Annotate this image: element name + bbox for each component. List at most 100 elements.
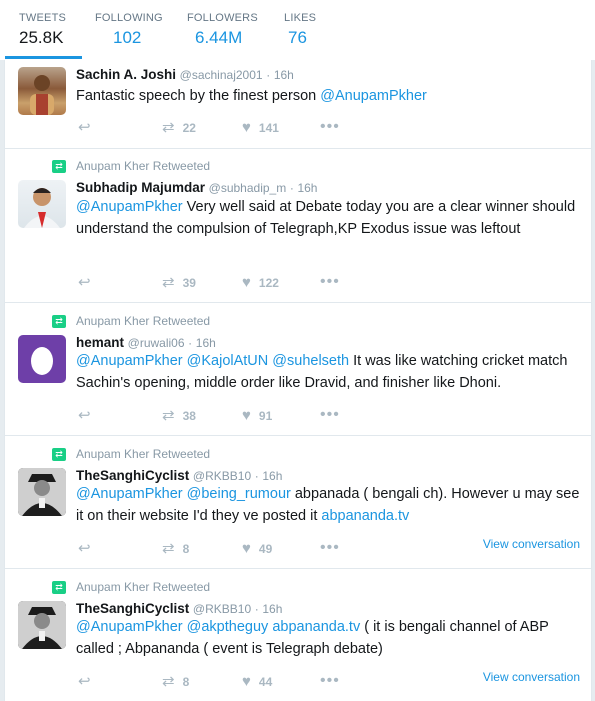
heart-icon: ♥ [242, 273, 251, 291]
retweet-icon: ⇄ [52, 315, 66, 328]
retweet-count: 39 [182, 275, 196, 290]
tweet-text: @AnupamPkher @akptheguy abpananda.tv ( i… [76, 616, 586, 660]
mention-link[interactable]: @KajolAtUN [187, 353, 269, 369]
like-button[interactable]: ♥ 44 [242, 673, 272, 690]
profile-nav: TWEETS 25.8K FOLLOWING 102 FOLLOWERS 6.4… [0, 0, 595, 60]
retweet-icon: ⇄ [162, 406, 175, 424]
tweet-header: TheSanghiCyclist @RKBB10 · 16h [76, 468, 282, 484]
more-button[interactable]: ••• [320, 673, 340, 689]
tweet[interactable]: ⇄ Anupam Kher Retweeted TheSanghiCyclist… [5, 569, 591, 701]
retweet-context-label[interactable]: Anupam Kher Retweeted [76, 315, 210, 328]
reply-icon: ↩ [78, 118, 91, 136]
like-button[interactable]: ♥ 91 [242, 407, 272, 424]
tweet[interactable]: Sachin A. Joshi @sachinaj2001 · 16h Fant… [5, 60, 591, 149]
timestamp[interactable]: 16h [297, 181, 317, 195]
tweet-header: Sachin A. Joshi @sachinaj2001 · 16h [76, 67, 294, 83]
nav-tweets-count: 25.8K [19, 28, 64, 47]
handle[interactable]: @sachinaj2001 [180, 68, 263, 82]
nav-following[interactable]: FOLLOWING 102 [95, 0, 163, 60]
retweet-button[interactable]: ⇄ 22 [162, 119, 196, 136]
fullname[interactable]: TheSanghiCyclist [76, 601, 189, 616]
tweet-actions: ↩ ⇄ 39 ♥ 122 ••• [76, 274, 376, 292]
reply-icon: ↩ [78, 406, 91, 424]
avatar[interactable] [18, 67, 66, 115]
nav-tweets[interactable]: TWEETS 25.8K [4, 0, 83, 60]
fullname[interactable]: Sachin A. Joshi [76, 67, 176, 82]
reply-button[interactable]: ↩ [78, 274, 99, 291]
mention-link[interactable]: @suhelseth [272, 353, 349, 369]
view-conversation-link[interactable]: View conversation [483, 537, 580, 551]
more-icon: ••• [320, 672, 340, 689]
more-button[interactable]: ••• [320, 274, 340, 290]
retweet-button[interactable]: ⇄ 8 [162, 540, 189, 557]
nav-following-count: 102 [113, 28, 142, 47]
separator-dot: · [289, 181, 294, 195]
nav-likes[interactable]: LIKES 76 [284, 0, 316, 60]
tweet[interactable]: ⇄ Anupam Kher Retweeted TheSanghiCyclist… [5, 436, 591, 569]
retweet-icon: ⇄ [52, 160, 66, 173]
more-icon: ••• [320, 406, 340, 423]
retweet-context-label[interactable]: Anupam Kher Retweeted [76, 448, 210, 461]
tweet-text: @AnupamPkher @being_rumour abpanada ( be… [76, 483, 586, 527]
more-icon: ••• [320, 539, 340, 556]
mention-link[interactable]: @AnupamPkher [76, 486, 183, 502]
like-count: 122 [258, 275, 279, 290]
reply-button[interactable]: ↩ [78, 407, 99, 424]
like-button[interactable]: ♥ 49 [242, 540, 272, 557]
reply-button[interactable]: ↩ [78, 673, 99, 690]
handle[interactable]: @ruwali06 [128, 336, 185, 350]
mention-link[interactable]: @AnupamPkher [76, 199, 183, 215]
fullname[interactable]: Subhadip Majumdar [76, 180, 205, 195]
retweet-icon: ⇄ [52, 448, 66, 461]
nav-followers[interactable]: FOLLOWERS 6.44M [187, 0, 258, 60]
tweet[interactable]: ⇄ Anupam Kher Retweeted hemant @ruwali06… [5, 303, 591, 436]
url-link[interactable]: abpananda.tv [272, 619, 360, 635]
like-count: 44 [258, 674, 273, 689]
retweet-context-label[interactable]: Anupam Kher Retweeted [76, 581, 210, 594]
view-conversation-link[interactable]: View conversation [483, 670, 580, 684]
reply-button[interactable]: ↩ [78, 119, 99, 136]
like-button[interactable]: ♥ 141 [242, 119, 279, 136]
timestamp[interactable]: 16h [274, 68, 294, 82]
more-button[interactable]: ••• [320, 407, 340, 423]
retweet-button[interactable]: ⇄ 39 [162, 274, 196, 291]
mention-link[interactable]: @AnupamPkher [320, 88, 427, 104]
tweet-text: @AnupamPkher Very well said at Debate to… [76, 196, 586, 240]
retweet-count: 38 [182, 408, 196, 423]
nav-followers-count: 6.44M [195, 28, 243, 47]
url-link[interactable]: abpananda.tv [321, 508, 409, 524]
tweet-text: @AnupamPkher @KajolAtUN @suhelseth It wa… [76, 350, 586, 394]
retweet-icon: ⇄ [162, 539, 175, 557]
handle[interactable]: @RKBB10 [193, 602, 251, 616]
retweet-button[interactable]: ⇄ 38 [162, 407, 196, 424]
avatar[interactable] [18, 601, 66, 649]
retweet-button[interactable]: ⇄ 8 [162, 673, 189, 690]
retweet-icon: ⇄ [162, 672, 175, 690]
more-button[interactable]: ••• [320, 540, 340, 556]
fullname[interactable]: TheSanghiCyclist [76, 468, 189, 483]
mention-link[interactable]: @AnupamPkher [76, 353, 183, 369]
handle[interactable]: @RKBB10 [193, 469, 251, 483]
avatar[interactable] [18, 468, 66, 516]
handle[interactable]: @subhadip_m [209, 181, 287, 195]
mention-link[interactable]: @being_rumour [187, 486, 291, 502]
timestamp[interactable]: 16h [262, 469, 282, 483]
more-icon: ••• [320, 273, 340, 290]
timestamp[interactable]: 16h [196, 336, 216, 350]
heart-icon: ♥ [242, 672, 251, 690]
retweet-context-label[interactable]: Anupam Kher Retweeted [76, 160, 210, 173]
nav-likes-label: LIKES [284, 12, 317, 24]
separator-dot: · [254, 469, 259, 483]
reply-button[interactable]: ↩ [78, 540, 99, 557]
more-button[interactable]: ••• [320, 119, 340, 135]
reply-icon: ↩ [78, 539, 91, 557]
fullname[interactable]: hemant [76, 335, 124, 350]
mention-link[interactable]: @AnupamPkher [76, 619, 183, 635]
mention-link[interactable]: @akptheguy [187, 619, 269, 635]
tweet[interactable]: ⇄ Anupam Kher Retweeted Subhadip Majumda… [5, 149, 591, 303]
timestamp[interactable]: 16h [262, 602, 282, 616]
like-button[interactable]: ♥ 122 [242, 274, 279, 291]
avatar[interactable] [18, 335, 66, 383]
retweet-icon: ⇄ [52, 581, 66, 594]
avatar[interactable] [18, 180, 66, 228]
